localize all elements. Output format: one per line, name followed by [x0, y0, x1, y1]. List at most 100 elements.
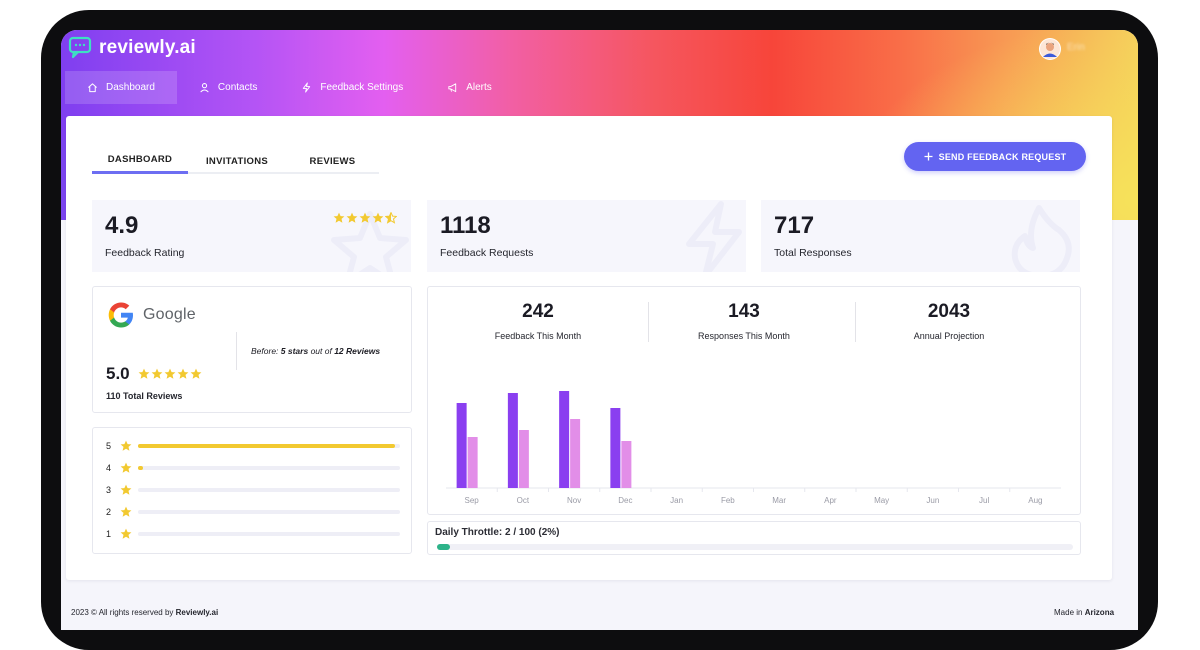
bar-dec-series-1[interactable] [610, 408, 621, 488]
distribution-star-count: 3 [106, 485, 112, 495]
footer-prefix: 2023 © All rights reserved by [71, 608, 176, 617]
home-icon [88, 83, 97, 93]
app-name: reviewly.ai [99, 37, 196, 58]
before-reviews: 12 Reviews [334, 346, 381, 356]
lightning-outline-icon [686, 201, 742, 272]
footer-made-in: Made in Arizona [1054, 608, 1114, 617]
user-avatar[interactable] [1039, 38, 1061, 60]
stat-feedback-rating: 4.9 Feedback Rating [92, 200, 411, 272]
star-icon [190, 368, 202, 379]
star-icon [120, 484, 132, 495]
distribution-row-3: 3 [106, 484, 406, 496]
nav-dashboard[interactable]: Dashboard [65, 71, 177, 104]
bar-nov-series-2[interactable] [570, 419, 581, 488]
google-stars [138, 368, 202, 380]
tab-dashboard[interactable]: DASHBOARD [92, 148, 188, 174]
nav-alerts[interactable]: Alerts [425, 71, 514, 104]
nav-feedback-settings[interactable]: Feedback Settings [279, 71, 425, 104]
star-icon [333, 212, 345, 223]
distribution-star-count: 5 [106, 441, 112, 451]
divider [236, 332, 237, 370]
x-tick-label: Apr [824, 496, 837, 505]
bar-nov-series-1[interactable] [559, 391, 570, 488]
previous-rating-note: Before: 5 stars out of 12 Reviews [251, 346, 380, 356]
responses-value: 717 [774, 212, 815, 239]
main-nav: Dashboard Contacts Feedback Settings Ale… [65, 71, 514, 104]
requests-label: Feedback Requests [440, 247, 534, 259]
x-tick-label: Nov [567, 496, 581, 505]
x-tick-label: Jan [670, 496, 683, 505]
google-rating: 5.0 [106, 364, 202, 384]
x-tick-label: Dec [618, 496, 632, 505]
star-icon [120, 462, 132, 473]
bar-oct-series-2[interactable] [518, 430, 529, 488]
star-icon [138, 368, 150, 379]
requests-value: 1118 [440, 212, 491, 239]
star-icon [120, 528, 132, 539]
star-icon [120, 440, 132, 451]
nav-label: Feedback Settings [320, 82, 404, 93]
google-wordmark: Google [143, 306, 196, 323]
feedback-chart-card: 242 Feedback This Month 143 Responses Th… [427, 286, 1081, 515]
google-logo: Google [106, 300, 196, 330]
bar-oct-series-1[interactable] [507, 393, 518, 488]
lightning-icon [303, 82, 311, 93]
bar-sep-series-2[interactable] [467, 437, 478, 488]
distribution-bar [138, 532, 400, 536]
stat-total-responses: 717 Total Responses [761, 200, 1080, 272]
distribution-row-2: 2 [106, 506, 406, 518]
distribution-row-1: 1 [106, 528, 406, 540]
rating-label: Feedback Rating [105, 247, 185, 259]
distribution-row-5: 5 [106, 440, 406, 452]
google-total-reviews: 110 Total Reviews [106, 391, 183, 401]
x-tick-label: Aug [1028, 496, 1042, 505]
distribution-bar-fill [138, 466, 144, 470]
distribution-bar [138, 466, 400, 470]
x-tick-label: Sep [465, 496, 480, 505]
send-feedback-request-button[interactable]: SEND FEEDBACK REQUEST [904, 142, 1086, 171]
daily-throttle: Daily Throttle: 2 / 100 (2%) [427, 521, 1081, 555]
plus-icon [924, 152, 933, 161]
google-reviews-card: Google Before: 5 stars out of 12 Reviews… [92, 286, 412, 413]
bar-sep-series-1[interactable] [456, 403, 467, 488]
star-icon [346, 212, 358, 223]
footer-brand-link[interactable]: Reviewly.ai [176, 608, 219, 617]
megaphone-icon [448, 83, 457, 93]
user-name[interactable]: Erin [1067, 42, 1085, 53]
x-tick-label: Jun [926, 496, 939, 505]
distribution-star-count: 1 [106, 529, 112, 539]
nav-contacts[interactable]: Contacts [177, 71, 279, 104]
dashboard-card: DASHBOARD INVITATIONS REVIEWS SEND FEEDB… [66, 116, 1112, 580]
x-tick-label: Jul [979, 496, 989, 505]
dashboard-tabs: DASHBOARD INVITATIONS REVIEWS [92, 148, 379, 174]
star-icon [151, 368, 163, 379]
tab-reviews[interactable]: REVIEWS [286, 148, 379, 174]
distribution-bar [138, 444, 400, 448]
throttle-fill [437, 544, 450, 550]
star-icon [177, 368, 189, 379]
x-tick-label: Feb [721, 496, 735, 505]
star-icon [372, 212, 384, 223]
rating-stars [333, 212, 397, 224]
before-mid: out of [308, 346, 335, 356]
throttle-label: Daily Throttle: 2 / 100 (2%) [435, 527, 560, 538]
app-logo[interactable]: reviewly.ai [67, 36, 196, 60]
throttle-track [437, 544, 1073, 550]
x-tick-label: Mar [772, 496, 786, 505]
nav-label: Alerts [466, 82, 492, 93]
half-star-icon [385, 212, 397, 224]
tab-invitations[interactable]: INVITATIONS [188, 148, 286, 174]
distribution-bar [138, 510, 400, 514]
app-screen: reviewly.ai Erin Dashboard Contacts Feed… [61, 30, 1138, 630]
rating-distribution-card: 5 4 3 2 1 [92, 427, 412, 554]
star-icon [359, 212, 371, 223]
rating-value: 4.9 [105, 212, 139, 239]
footer-copyright: 2023 © All rights reserved by Reviewly.a… [71, 608, 218, 617]
user-icon [200, 83, 209, 93]
star-icon [164, 368, 176, 379]
bar-dec-series-2[interactable] [621, 441, 632, 488]
distribution-bar [138, 488, 400, 492]
distribution-row-4: 4 [106, 462, 406, 474]
x-tick-label: Oct [517, 496, 530, 505]
before-stars: 5 stars [280, 346, 309, 356]
